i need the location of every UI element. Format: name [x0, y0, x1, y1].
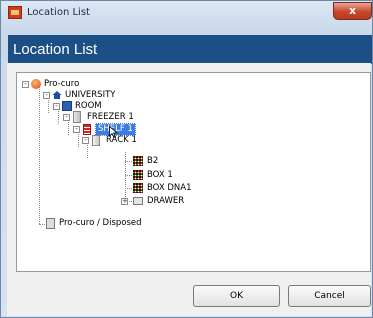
- box-grid-icon: [133, 170, 143, 180]
- collapse-toggle[interactable]: -: [43, 92, 50, 99]
- shelf-icon: [83, 124, 91, 135]
- collapse-toggle[interactable]: -: [63, 114, 70, 121]
- cancel-button[interactable]: Cancel: [288, 285, 371, 307]
- page-title: Location List: [13, 41, 98, 58]
- header-band: Location List: [8, 35, 372, 64]
- expand-toggle[interactable]: +: [121, 198, 128, 205]
- location-tree[interactable]: - Pro-curo - UNIVERSITY - ROOM - FREEZER…: [16, 72, 371, 272]
- app-icon: [8, 6, 22, 19]
- collapse-toggle[interactable]: -: [22, 81, 29, 88]
- ok-button[interactable]: OK: [193, 285, 280, 307]
- box-grid-icon: [133, 183, 143, 193]
- freezer-icon: [73, 111, 81, 123]
- collapse-toggle[interactable]: -: [82, 137, 89, 144]
- close-button[interactable]: x: [333, 2, 372, 20]
- room-icon: [62, 101, 72, 111]
- title-bar[interactable]: Location List x: [1, 1, 372, 25]
- box-grid-icon: [133, 156, 143, 166]
- collapse-toggle[interactable]: -: [73, 126, 80, 133]
- disposed-bin-icon: [46, 218, 55, 229]
- collapse-toggle[interactable]: -: [53, 103, 60, 110]
- house-icon: [52, 90, 62, 100]
- drawer-icon: [133, 197, 143, 205]
- rack-icon: [92, 135, 100, 146]
- window-title: Location List: [27, 7, 90, 18]
- globe-icon: [31, 79, 41, 89]
